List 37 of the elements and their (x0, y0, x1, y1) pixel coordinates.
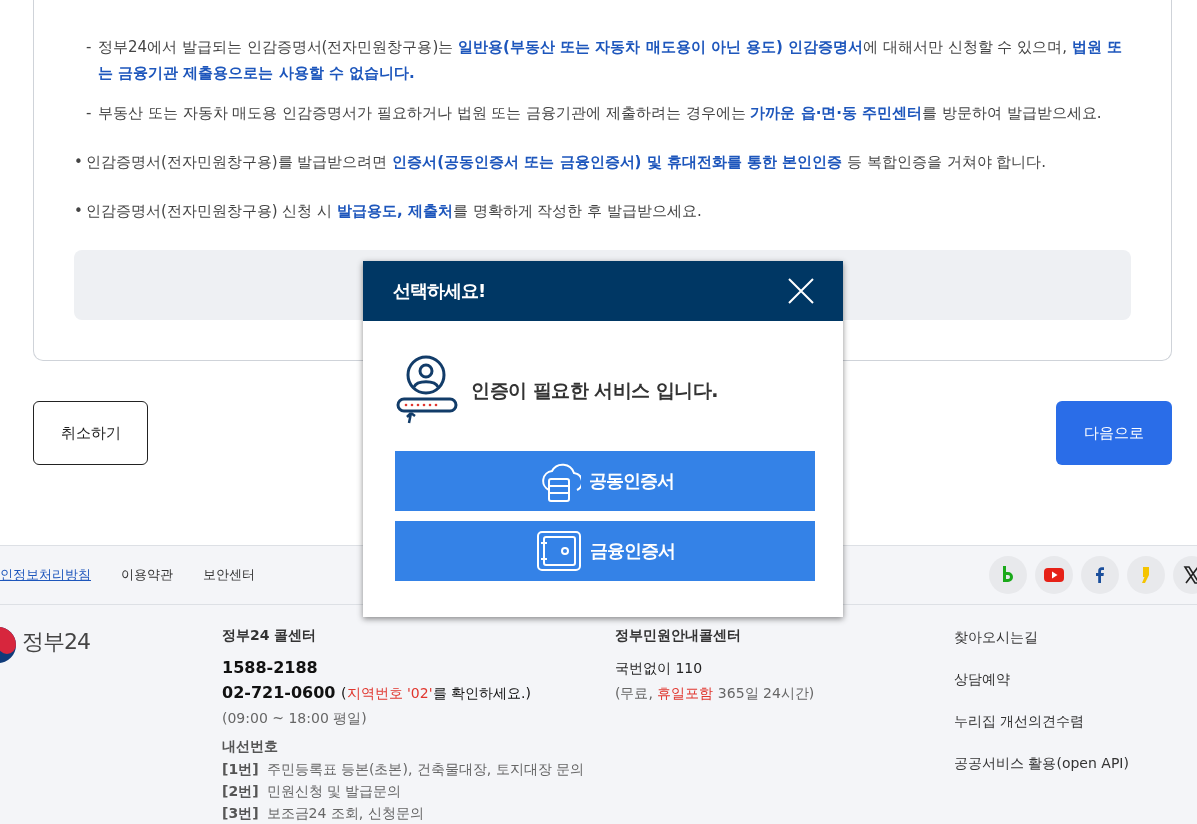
extension-text: 보조금24 조회, 신청문의 (266, 805, 424, 821)
footer-link[interactable]: 인정보처리방침 (0, 566, 91, 584)
bullet-mark: • (74, 152, 84, 173)
dash-mark: - (86, 103, 93, 124)
footer-link[interactable]: 공공서비스 활용(open API) (954, 753, 1129, 773)
modal-title: 선택하세요! (393, 279, 486, 303)
notice-text: 인감증명서(전자민원창구용) 신청 시 발급용도, 제출처를 명확하게 작성한 후 발급받으세요. (86, 201, 702, 222)
bullet-mark: • (74, 201, 84, 222)
certificate-button[interactable]: 공동인증서 (395, 451, 815, 511)
dash-mark: - (86, 37, 93, 58)
logo-text: 정부24 (22, 628, 90, 656)
notice-text: 인감증명서(전자민원창구용)를 발급받으려면 인증서(공동인증서 또는 금융인증서) 및 휴대전화를 통한 본인인증 등 복합인증을 거쳐야 합니다. (86, 152, 1047, 173)
notice-text: 정부24에서 발급되는 인감증명서(전자민원창구용)는 일반용(부동산 또는 자동차 매도용이 아닌 용도) 인감증명서에 대해서만 신청할 수 있으며, 법원 또는 금융기관 제출용으로는 사용할 수 없습니다. (98, 37, 1123, 84)
footer-link[interactable]: 누리집 개선의견수렴 (954, 711, 1129, 731)
next-button[interactable]: 다음으로 (1056, 401, 1172, 465)
footer-link[interactable]: 보안센터 (203, 566, 255, 584)
extension-title: 내선번호 (222, 737, 279, 756)
phone-number: 1588-2188 (222, 657, 319, 679)
phone-number: 국번없이 110 (615, 659, 704, 678)
extension-number: [3번] (222, 805, 259, 821)
phone-note: (지역번호 '02'를 확인하세요.) (341, 685, 531, 701)
column-title: 정부민원안내콜센터 (615, 627, 742, 645)
footer-link[interactable]: 이용약관 (121, 566, 173, 584)
extension-number: [2번] (222, 783, 259, 799)
service-note: (무료, 휴일포함 365일 24시간) (615, 684, 816, 703)
hours-text: (09:00 ~ 18:00 평일) (222, 709, 368, 728)
column-title: 정부24 콜센터 (222, 627, 318, 645)
certificate-button[interactable]: 금융인증서 (395, 521, 815, 581)
phone-number: 02-721-0600 (222, 683, 336, 702)
cancel-button[interactable]: 취소하기 (33, 401, 148, 465)
extension-text: 민원신청 및 발급문의 (266, 783, 402, 799)
extension-text: 주민등록표 등본(초본), 건축물대장, 토지대장 문의 (266, 761, 585, 777)
modal-message: 인증이 필요한 서비스 입니다. (471, 378, 719, 403)
footer-link[interactable]: 상담예약 (954, 669, 1129, 689)
notice-text: 부동산 또는 자동차 매도용 인감증명서가 필요하거나 법원 또는 금융기관에 제출하려는 경우에는 가까운 읍·면·동 주민센터를 방문하여 발급받으세요. (98, 103, 1102, 124)
extension-number: [1번] (222, 761, 259, 777)
footer-link[interactable]: 찾아오시는길 (954, 627, 1129, 647)
